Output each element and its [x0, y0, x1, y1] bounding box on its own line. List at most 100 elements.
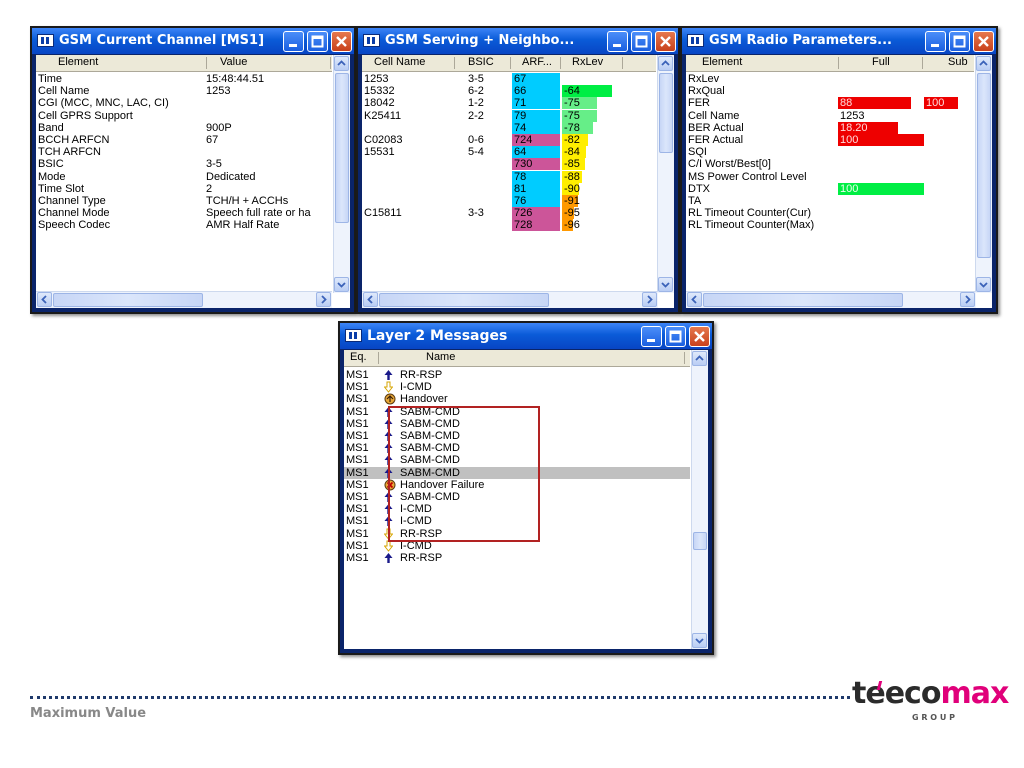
- column-header-arfcn[interactable]: ARF...: [522, 56, 552, 68]
- scroll-left-button[interactable]: [687, 292, 702, 307]
- list-item[interactable]: Cell Name 1253: [36, 85, 332, 97]
- list-item[interactable]: CGI (MCC, MNC, LAC, CI): [36, 97, 332, 109]
- scroll-left-button[interactable]: [37, 292, 52, 307]
- close-button[interactable]: [655, 31, 676, 52]
- close-button[interactable]: [689, 326, 710, 347]
- scroll-up-button[interactable]: [334, 56, 349, 71]
- scroll-up-button[interactable]: [692, 351, 707, 366]
- list-item[interactable]: RL Timeout Counter(Cur): [686, 207, 974, 219]
- list-item[interactable]: SQI: [686, 146, 974, 158]
- scroll-right-button[interactable]: [960, 292, 975, 307]
- minimize-button[interactable]: [925, 31, 946, 52]
- horizontal-scrollbar[interactable]: [362, 291, 658, 308]
- table-row[interactable]: 15531 5-4 64 -84: [362, 146, 656, 159]
- list-item[interactable]: BCCH ARFCN 67: [36, 134, 332, 146]
- list-item[interactable]: RxQual: [686, 85, 974, 97]
- column-header-eq[interactable]: Eq.: [350, 351, 367, 363]
- maximize-button[interactable]: [665, 326, 686, 347]
- column-header-full[interactable]: Full: [872, 56, 890, 68]
- close-button[interactable]: [331, 31, 352, 52]
- list-item[interactable]: BSIC 3-5: [36, 158, 332, 170]
- maximize-button[interactable]: [631, 31, 652, 52]
- scroll-thumb[interactable]: [703, 293, 903, 307]
- scroll-thumb[interactable]: [693, 532, 707, 550]
- list-item[interactable]: Cell GPRS Support: [36, 110, 332, 122]
- list-item[interactable]: FER Actual 100: [686, 134, 974, 146]
- vertical-scrollbar[interactable]: [333, 55, 350, 293]
- scroll-down-button[interactable]: [976, 277, 991, 292]
- list-item[interactable]: DTX 100: [686, 182, 974, 195]
- list-item[interactable]: RL Timeout Counter(Max): [686, 219, 974, 231]
- scroll-thumb[interactable]: [335, 73, 349, 223]
- vertical-scrollbar[interactable]: [691, 350, 708, 649]
- column-header-name[interactable]: Name: [426, 351, 455, 363]
- list-item[interactable]: Mode Dedicated: [36, 171, 332, 183]
- list-item[interactable]: Band 900P: [36, 122, 332, 134]
- table-row[interactable]: 18042 1-2 71 -75: [362, 97, 656, 110]
- column-header-element[interactable]: Element: [58, 56, 98, 68]
- scroll-up-button[interactable]: [976, 56, 991, 71]
- column-header-element[interactable]: Element: [702, 56, 742, 68]
- table-row[interactable]: K25411 2-2 79 -75: [362, 109, 656, 122]
- list-item[interactable]: C/I Worst/Best[0]: [686, 158, 974, 170]
- title-bar[interactable]: GSM Radio Parameters...: [682, 28, 996, 54]
- table-row[interactable]: 76 -91: [362, 195, 656, 207]
- table-row[interactable]: 730 -85: [362, 158, 656, 171]
- column-header-cell-name[interactable]: Cell Name: [374, 56, 425, 68]
- list-item[interactable]: Cell Name 1253: [686, 110, 974, 122]
- list-item[interactable]: Channel Type TCH/H + ACCHs: [36, 195, 332, 207]
- column-header-bsic[interactable]: BSIC: [468, 56, 494, 68]
- table-row[interactable]: C02083 0-6 724 -82: [362, 134, 656, 146]
- title-bar[interactable]: Layer 2 Messages: [340, 323, 712, 349]
- vertical-scrollbar[interactable]: [975, 55, 992, 293]
- scroll-up-button[interactable]: [658, 56, 673, 71]
- minimize-button[interactable]: [641, 326, 662, 347]
- table-row[interactable]: 81 -90: [362, 182, 656, 195]
- maximize-button[interactable]: [307, 31, 328, 52]
- arfcn-value: 66: [512, 85, 560, 98]
- scroll-right-button[interactable]: [642, 292, 657, 307]
- table-row[interactable]: MS1 RR-RSP: [344, 369, 690, 381]
- table-row[interactable]: 1253 3-5 67: [362, 73, 656, 85]
- column-header-value[interactable]: Value: [220, 56, 247, 68]
- horizontal-scrollbar[interactable]: [686, 291, 976, 308]
- list-item[interactable]: FER 88 100: [686, 97, 974, 110]
- title-bar[interactable]: GSM Serving + Neighbo...: [358, 28, 678, 54]
- list-item[interactable]: TA: [686, 195, 974, 207]
- scroll-thumb[interactable]: [659, 73, 673, 153]
- table-row[interactable]: 78 -88: [362, 170, 656, 183]
- scroll-down-button[interactable]: [334, 277, 349, 292]
- minimize-button[interactable]: [607, 31, 628, 52]
- close-button[interactable]: [973, 31, 994, 52]
- vertical-scrollbar[interactable]: [657, 55, 674, 293]
- list-item[interactable]: Time Slot 2: [36, 183, 332, 195]
- column-header-rxlev[interactable]: RxLev: [572, 56, 603, 68]
- table-row[interactable]: 728 -96: [362, 219, 656, 232]
- list-item[interactable]: TCH ARFCN: [36, 146, 332, 158]
- scroll-thumb[interactable]: [379, 293, 549, 307]
- title-bar[interactable]: GSM Current Channel [MS1]: [32, 28, 354, 54]
- table-row[interactable]: MS1 I-CMD: [344, 381, 690, 393]
- scroll-thumb[interactable]: [977, 73, 991, 258]
- scroll-left-button[interactable]: [363, 292, 378, 307]
- column-header-sub[interactable]: Sub: [948, 56, 968, 68]
- equipment-label: MS1: [346, 381, 369, 394]
- table-row[interactable]: MS1 Handover: [344, 393, 690, 405]
- list-item[interactable]: BER Actual 18.20: [686, 121, 974, 134]
- list-item[interactable]: Channel Mode Speech full rate or ha: [36, 207, 332, 219]
- scroll-down-button[interactable]: [692, 633, 707, 648]
- scroll-right-button[interactable]: [316, 292, 331, 307]
- list-item[interactable]: MS Power Control Level: [686, 171, 974, 183]
- maximize-button[interactable]: [949, 31, 970, 52]
- list-item[interactable]: Time 15:48:44.51: [36, 73, 332, 85]
- table-row[interactable]: 74 -78: [362, 121, 656, 134]
- list-item[interactable]: Speech Codec AMR Half Rate: [36, 219, 332, 231]
- minimize-button[interactable]: [283, 31, 304, 52]
- table-row[interactable]: MS1 RR-RSP: [344, 552, 690, 564]
- table-row[interactable]: C15811 3-3 726 -95: [362, 207, 656, 220]
- horizontal-scrollbar[interactable]: [36, 291, 332, 308]
- table-row[interactable]: 15332 6-2 66 -64: [362, 85, 656, 98]
- scroll-thumb[interactable]: [53, 293, 203, 307]
- list-item[interactable]: RxLev: [686, 73, 974, 85]
- scroll-down-button[interactable]: [658, 277, 673, 292]
